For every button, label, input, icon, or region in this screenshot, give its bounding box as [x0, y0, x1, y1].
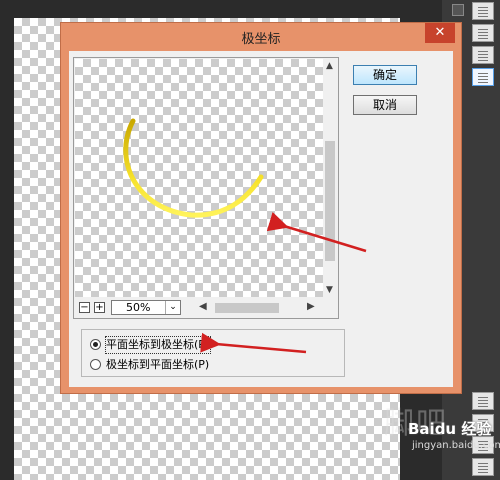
layer-icon[interactable]	[472, 46, 494, 64]
layer-icon[interactable]	[472, 2, 494, 20]
arc-shape	[123, 118, 264, 218]
watermark-text: Baidu 经验	[408, 420, 492, 438]
chevron-down-icon[interactable]: ⌄	[165, 301, 180, 314]
vertical-scrollbar[interactable]: ▲ ▼	[323, 59, 337, 297]
vertical-scroll-thumb[interactable]	[325, 141, 335, 261]
cancel-button[interactable]: 取消	[353, 95, 417, 115]
horizontal-scroll-thumb[interactable]	[215, 303, 279, 313]
option-label[interactable]: 极坐标到平面坐标(P)	[106, 357, 209, 373]
scroll-right-icon[interactable]: ▶	[307, 301, 315, 312]
zoom-value: 50%	[126, 301, 151, 314]
zoom-level-select[interactable]: 50% ⌄	[111, 300, 181, 315]
zoom-out-button[interactable]: −	[79, 302, 90, 313]
polar-coordinates-dialog: 极坐标 ✕ ▲ ▼ − + 50% ⌄ ◀ ▶ 确定 取消 平面坐标到极坐标(R…	[60, 22, 462, 394]
plus-icon: +	[95, 302, 104, 313]
minus-icon: −	[80, 302, 89, 313]
ok-button[interactable]: 确定	[353, 65, 417, 85]
arc-preview	[123, 118, 264, 218]
preview-image[interactable]	[75, 59, 323, 297]
radio-button-checked[interactable]	[90, 339, 101, 350]
panel-toggle[interactable]	[452, 4, 464, 16]
scroll-down-icon[interactable]: ▼	[326, 285, 333, 295]
watermark: 脚吧 Baidu 经验 jingyan.baidu.com	[384, 398, 500, 480]
scroll-up-icon[interactable]: ▲	[326, 61, 333, 71]
layer-icon[interactable]	[472, 24, 494, 42]
preview-toolbar: − + 50% ⌄ ◀ ▶	[75, 299, 337, 317]
close-icon: ✕	[434, 25, 446, 40]
scroll-left-icon[interactable]: ◀	[199, 301, 207, 312]
radio-button[interactable]	[90, 359, 101, 370]
dialog-body: ▲ ▼ − + 50% ⌄ ◀ ▶ 确定 取消 平面坐标到极坐标(R) 极坐标到…	[69, 51, 453, 387]
option-label[interactable]: 平面坐标到极坐标(R)	[104, 336, 212, 354]
dialog-title: 极坐标	[241, 32, 281, 47]
zoom-in-button[interactable]: +	[94, 302, 105, 313]
layer-icon[interactable]	[472, 68, 494, 86]
close-button[interactable]: ✕	[425, 23, 455, 43]
conversion-options: 平面坐标到极坐标(R) 极坐标到平面坐标(P)	[81, 329, 345, 377]
preview-frame: ▲ ▼ − + 50% ⌄ ◀ ▶	[73, 57, 339, 319]
watermark-url: jingyan.baidu.com	[412, 440, 500, 451]
